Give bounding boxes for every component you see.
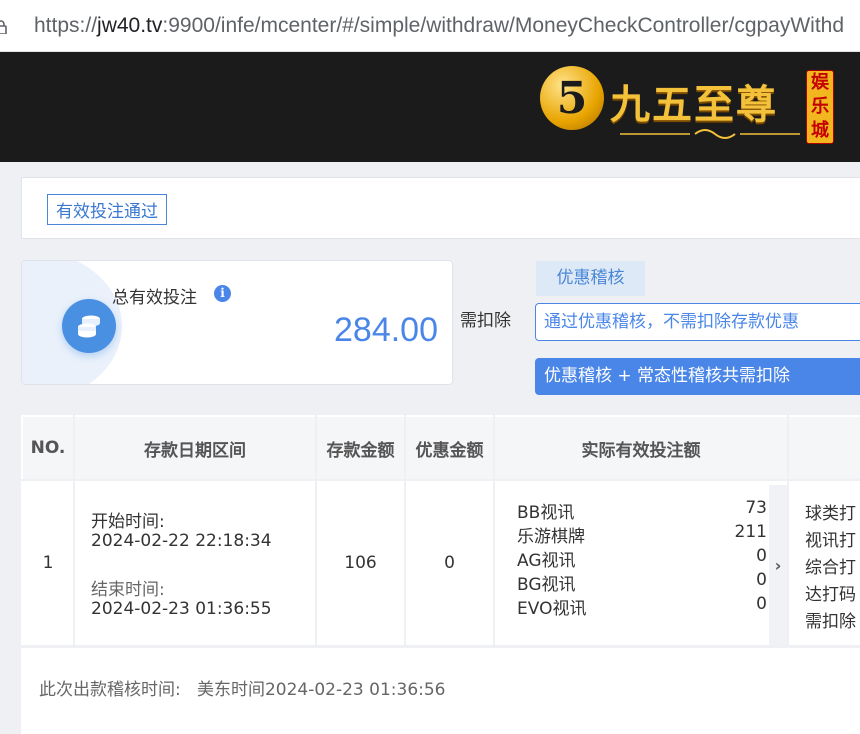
audit-time-value: 美东时间2024-02-23 01:36:56 bbox=[196, 680, 446, 700]
audit-footer: 此次出款稽核时间: 美东时间2024-02-23 01:36:56 bbox=[21, 648, 860, 734]
cell-no: 1 bbox=[23, 481, 73, 645]
cell-promo: 0 bbox=[406, 481, 493, 645]
total-deduction-button[interactable]: 优惠稽核 + 常态性稽核共需扣除 bbox=[535, 358, 860, 395]
logo-text: 九五至尊 bbox=[610, 81, 778, 128]
logo-badge: 娱 乐 城 bbox=[806, 70, 834, 144]
total-valid-bet-card: 总有效投注 i 284.00 bbox=[21, 260, 453, 385]
end-time-label: 结束时间: bbox=[91, 580, 165, 600]
stat-value: 284.00 bbox=[334, 311, 438, 349]
bet-item: 乐游棋牌 211 bbox=[517, 522, 767, 547]
col-header-promo: 优惠金额 bbox=[406, 417, 493, 479]
bet-item: AG视讯 0 bbox=[517, 546, 767, 571]
col-header-no: NO. bbox=[23, 417, 73, 479]
tab-promo-audit[interactable]: 优惠稽核 bbox=[536, 261, 645, 296]
url-scheme: https:// bbox=[34, 14, 98, 37]
stat-label: 总有效投注 bbox=[112, 288, 197, 308]
url-host: jw40.tv bbox=[97, 14, 163, 37]
start-time-value: 2024-02-22 22:18:34 bbox=[91, 531, 272, 551]
extra-col-line: 达打码 bbox=[805, 585, 856, 605]
end-time-value: 2024-02-23 01:36:55 bbox=[91, 599, 272, 619]
deduction-label: 需扣除 bbox=[460, 311, 511, 331]
col-header-date-range: 存款日期区间 bbox=[75, 417, 315, 479]
logo-mark: 5 bbox=[540, 66, 604, 130]
url-path: :9900/infe/mcenter/#/simple/withdraw/Mon… bbox=[162, 14, 845, 37]
extra-col-line: 球类打 bbox=[805, 504, 856, 524]
audit-time-label: 此次出款稽核时间: bbox=[39, 680, 181, 700]
lock-icon bbox=[0, 20, 7, 34]
col-header-extra bbox=[789, 417, 860, 479]
start-time-label: 开始时间: bbox=[91, 512, 165, 532]
browser-url-bar[interactable]: https://jw40.tv:9900/infe/mcenter/#/simp… bbox=[0, 0, 860, 52]
audit-status-panel: 有效投注通过 bbox=[21, 177, 860, 239]
extra-col-line: 综合打 bbox=[805, 558, 856, 578]
cell-deposit: 106 bbox=[317, 481, 404, 645]
bet-item: BG视讯 0 bbox=[517, 570, 767, 595]
audit-time-text: 此次出款稽核时间: 美东时间2024-02-23 01:36:56 bbox=[39, 675, 446, 700]
bet-item: EVO视讯 0 bbox=[517, 594, 767, 619]
status-badge: 有效投注通过 bbox=[47, 194, 167, 225]
site-header: 5 九五至尊 娱 乐 城 bbox=[0, 52, 860, 162]
extra-col-line: 需扣除 bbox=[805, 612, 856, 632]
info-icon[interactable]: i bbox=[214, 285, 231, 302]
col-header-deposit: 存款金额 bbox=[317, 417, 404, 479]
url-text[interactable]: https://jw40.tv:9900/infe/mcenter/#/simp… bbox=[34, 14, 844, 38]
col-header-valid-bet: 实际有效投注额 bbox=[495, 417, 787, 479]
logo-ornament bbox=[620, 129, 800, 139]
coins-icon bbox=[62, 299, 116, 353]
promo-audit-field[interactable]: 通过优惠稽核，不需扣除存款优惠 bbox=[535, 303, 860, 341]
bet-item: BB视讯 73 bbox=[517, 498, 767, 523]
extra-col-line: 视讯打 bbox=[805, 531, 856, 551]
scroll-right-button[interactable]: › bbox=[769, 485, 787, 645]
